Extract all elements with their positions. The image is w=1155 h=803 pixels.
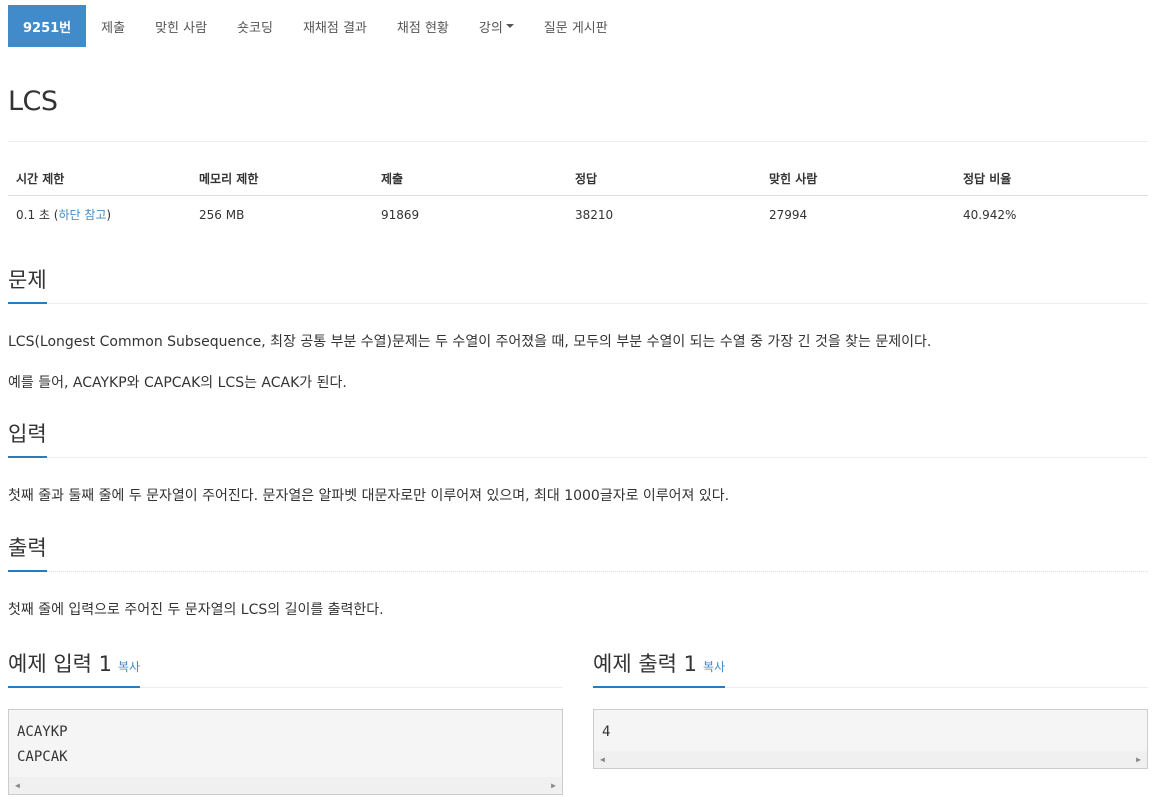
- input-description-text: 첫째 줄과 둘째 줄에 두 문자열이 주어진다. 문자열은 알파벳 대문자로만 …: [8, 488, 730, 504]
- problem-page: 9251번 제출 맞힌 사람 숏코딩 재채점 결과 채점 현황 강의 질문 게시…: [0, 0, 1155, 803]
- sample-output-content: 4: [594, 710, 1147, 745]
- section-divider: [8, 303, 1148, 304]
- sample-input-line: CAPCAK: [17, 749, 68, 765]
- memory-limit-cell: 256 MB: [199, 207, 245, 222]
- submissions-cell: 91869: [381, 207, 420, 222]
- tab-solvers-label: 맞힌 사람: [155, 20, 208, 36]
- input-heading: 입력: [8, 418, 1148, 458]
- sample-output-box[interactable]: 4 ◀ ▶: [593, 709, 1148, 769]
- tab-problem-number-label: 9251번: [23, 20, 72, 36]
- copy-sample-input-button[interactable]: 복사: [118, 660, 140, 674]
- header-submissions: 제출: [373, 162, 567, 196]
- tab-question-board-label: 질문 게시판: [543, 20, 608, 36]
- time-limit-suffix: ): [106, 208, 112, 222]
- section-divider: [8, 457, 1148, 458]
- accept-ratio-cell: 40.942%: [963, 207, 1017, 222]
- header-solvers: 맞힌 사람: [761, 162, 955, 196]
- tab-rejudge-results-label: 재채점 결과: [302, 20, 367, 36]
- sample-input-title: 예제 입력 1: [8, 652, 112, 676]
- section-title: 출력: [8, 532, 47, 572]
- tab-lectures-dropdown[interactable]: 강의: [464, 5, 529, 47]
- tab-problem-number[interactable]: 9251번: [8, 5, 87, 47]
- copy-sample-output-button[interactable]: 복사: [703, 660, 725, 674]
- section-title: 예제 출력 1 복사: [593, 648, 726, 688]
- problem-menu: 9251번 제출 맞힌 사람 숏코딩 재채점 결과 채점 현황 강의 질문 게시…: [8, 5, 623, 47]
- scroll-right-icon[interactable]: ▶: [551, 781, 556, 790]
- time-limit-value: 0.1 초 (: [16, 208, 59, 222]
- sample-input-line: ACAYKP: [17, 724, 68, 740]
- sample-input-heading: 예제 입력 1 복사: [8, 648, 563, 688]
- scroll-left-icon[interactable]: ◀: [600, 755, 605, 764]
- scroll-right-icon[interactable]: ▶: [1136, 755, 1141, 764]
- header-memory-limit: 메모리 제한: [191, 162, 373, 196]
- section-title: 문제: [8, 264, 47, 304]
- tab-submit-label: 제출: [101, 20, 126, 36]
- tab-submit[interactable]: 제출: [86, 5, 140, 47]
- horizontal-scrollbar[interactable]: ◀ ▶: [594, 751, 1147, 768]
- header-accepted: 정답: [567, 162, 761, 196]
- page-title: LCS: [8, 86, 58, 117]
- tab-solvers[interactable]: 맞힌 사람: [140, 5, 222, 47]
- output-description-text: 첫째 줄에 입력으로 주어진 두 문자열의 LCS의 길이를 출력한다.: [8, 602, 384, 618]
- output-heading: 출력: [8, 532, 1148, 572]
- header-accept-ratio: 정답 비율: [955, 162, 1148, 196]
- sample-input-content: ACAYKP CAPCAK: [9, 710, 562, 770]
- horizontal-scrollbar[interactable]: ◀ ▶: [9, 777, 562, 794]
- header-time-limit: 시간 제한: [8, 162, 191, 196]
- tab-short-coding-label: 숏코딩: [237, 20, 273, 36]
- title-divider: [8, 141, 1148, 142]
- tab-short-coding[interactable]: 숏코딩: [222, 5, 288, 47]
- tab-judge-status-label: 채점 현황: [396, 20, 449, 36]
- sample-input-box[interactable]: ACAYKP CAPCAK ◀ ▶: [8, 709, 563, 795]
- problem-description-text: LCS(Longest Common Subsequence, 최장 공통 부분…: [8, 334, 932, 350]
- section-divider: [8, 571, 1148, 572]
- scroll-left-icon[interactable]: ◀: [15, 781, 20, 790]
- sample-output-title: 예제 출력 1: [593, 652, 697, 676]
- chevron-down-icon: [505, 24, 514, 28]
- problem-example-text: 예를 들어, ACAYKP와 CAPCAK의 LCS는 ACAK가 된다.: [8, 375, 347, 391]
- sample-output-heading: 예제 출력 1 복사: [593, 648, 1148, 688]
- table-row: 0.1 초 (하단 참고) 256 MB 91869 38210 27994 4…: [8, 196, 1148, 234]
- solvers-cell: 27994: [769, 207, 808, 222]
- section-title: 입력: [8, 418, 47, 458]
- tab-lectures-label: 강의: [478, 20, 503, 36]
- problem-info-table: 시간 제한 메모리 제한 제출 정답 맞힌 사람 정답 비율 0.1 초 (하단…: [8, 162, 1148, 233]
- time-limit-note-link[interactable]: 하단 참고: [58, 208, 106, 222]
- tab-rejudge-results[interactable]: 재채점 결과: [288, 5, 382, 47]
- time-limit-cell: 0.1 초 (하단 참고): [8, 196, 191, 234]
- sample-output-line: 4: [602, 724, 611, 740]
- tab-question-board[interactable]: 질문 게시판: [529, 5, 623, 47]
- section-title: 예제 입력 1 복사: [8, 648, 141, 688]
- table-header-row: 시간 제한 메모리 제한 제출 정답 맞힌 사람 정답 비율: [8, 162, 1148, 196]
- accepted-cell: 38210: [575, 207, 614, 222]
- problem-description-heading: 문제: [8, 264, 1148, 304]
- tab-judge-status[interactable]: 채점 현황: [382, 5, 464, 47]
